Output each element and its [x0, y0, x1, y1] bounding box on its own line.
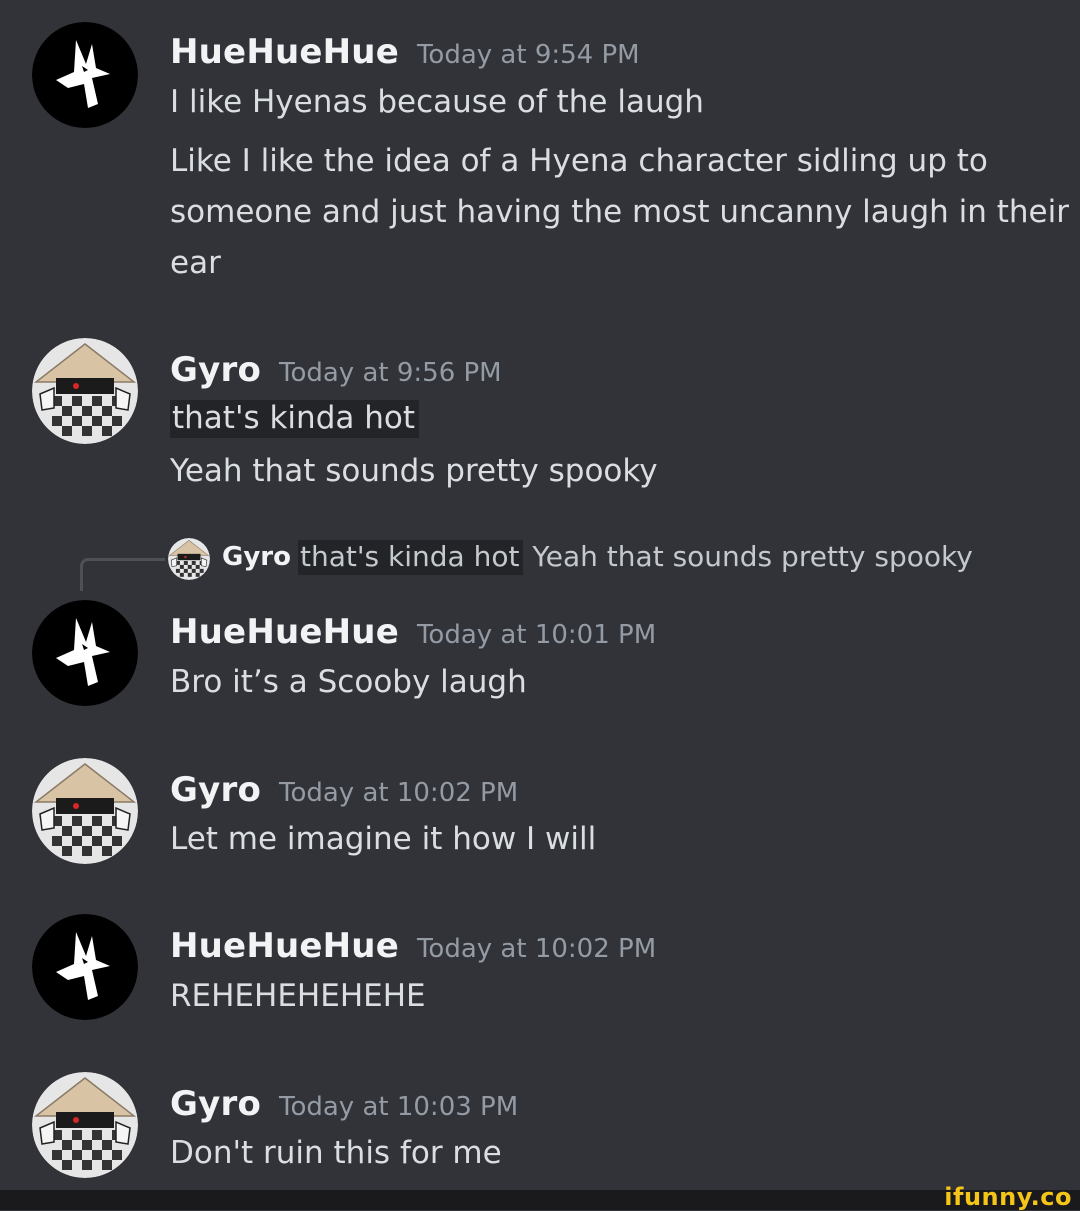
- fox-avatar[interactable]: [32, 22, 138, 128]
- message-text: Like I like the idea of a Hyena characte…: [170, 143, 988, 179]
- username[interactable]: Gyro: [170, 770, 261, 810]
- straw-hat-avatar[interactable]: [32, 1072, 138, 1178]
- footer-bar: [0, 1190, 1080, 1210]
- timestamp: Today at 10:02 PM: [416, 934, 657, 964]
- username[interactable]: Gyro: [170, 350, 261, 390]
- straw-hat-avatar[interactable]: [168, 538, 210, 580]
- timestamp: Today at 9:54 PM: [416, 40, 640, 70]
- reply-preview[interactable]: that's kinda hot Yeah that sounds pretty…: [298, 540, 973, 575]
- timestamp: Today at 10:03 PM: [279, 1092, 519, 1122]
- username[interactable]: Gyro: [170, 1084, 261, 1124]
- reply-author[interactable]: Gyro: [222, 542, 291, 572]
- username[interactable]: HueHueHue: [170, 32, 399, 72]
- message-text: Let me imagine it how I will: [170, 821, 597, 857]
- username[interactable]: HueHueHue: [170, 612, 399, 652]
- message-text: Yeah that sounds pretty spooky: [170, 453, 658, 489]
- timestamp: Today at 10:01 PM: [416, 620, 657, 650]
- username[interactable]: HueHueHue: [170, 926, 399, 966]
- message-text: REHEHEHEHEHE: [170, 978, 426, 1014]
- reply-highlight: that's kinda hot: [298, 540, 524, 575]
- message-text: Bro it’s a Scooby laugh: [170, 664, 527, 700]
- message-text: someone and just having the most uncanny…: [170, 194, 1069, 230]
- message-text: that's kinda hot: [170, 400, 419, 438]
- reply-connector: [80, 558, 165, 591]
- timestamp: Today at 10:02 PM: [279, 778, 519, 808]
- fox-avatar[interactable]: [32, 600, 138, 706]
- highlighted-text: that's kinda hot: [170, 400, 419, 438]
- fox-avatar[interactable]: [32, 914, 138, 1020]
- timestamp: Today at 9:56 PM: [279, 358, 502, 388]
- straw-hat-avatar[interactable]: [32, 758, 138, 864]
- message-text: Don't ruin this for me: [170, 1135, 502, 1171]
- reply-preview-text: Yeah that sounds pretty spooky: [532, 540, 973, 573]
- message-text: ear: [170, 245, 221, 281]
- message-text: I like Hyenas because of the laugh: [170, 84, 704, 120]
- straw-hat-avatar[interactable]: [32, 338, 138, 444]
- watermark: ifunny.co: [944, 1183, 1072, 1211]
